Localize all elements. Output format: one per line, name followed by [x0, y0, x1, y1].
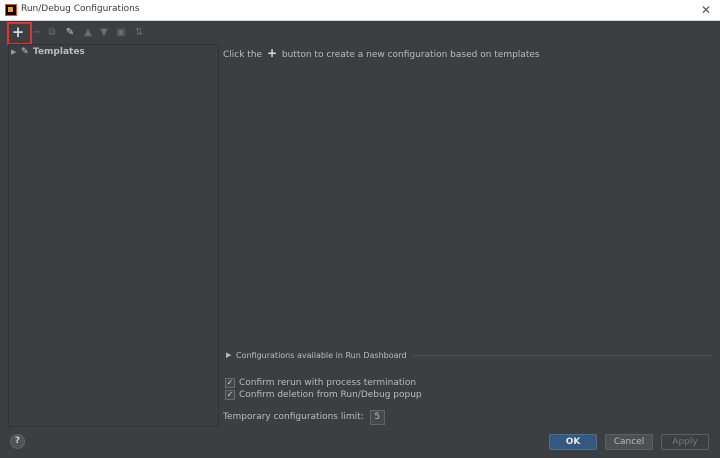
confirm-rerun-option[interactable]: ✓ Confirm rerun with process termination	[225, 377, 416, 389]
hint-text-before: Click the	[223, 50, 263, 60]
configurations-tree[interactable]: ▶ ✎ Templates	[8, 44, 219, 427]
run-dashboard-label[interactable]: Configurations available in Run Dashboar…	[236, 351, 413, 360]
close-button[interactable]: ✕	[692, 0, 720, 20]
copy-configuration-button[interactable]: ⧉	[44, 25, 60, 41]
confirm-deletion-label[interactable]: Confirm deletion from Run/Debug popup	[239, 390, 422, 400]
temp-config-limit-label: Temporary configurations limit:	[223, 412, 364, 422]
ok-button[interactable]: OK	[549, 434, 597, 450]
move-up-button[interactable]: ▲	[80, 25, 96, 41]
temp-config-limit-input[interactable]: 5	[369, 409, 385, 425]
intellij-app-icon	[5, 4, 17, 16]
cancel-button[interactable]: Cancel	[605, 434, 653, 450]
add-button-highlight-box	[7, 22, 32, 45]
tree-item-templates[interactable]: ▶ ✎ Templates	[11, 46, 85, 58]
sort-button[interactable]: ⇅	[131, 25, 147, 41]
wrench-icon: ✎	[21, 47, 29, 57]
edit-templates-button[interactable]: ✎	[62, 25, 78, 41]
confirm-rerun-label[interactable]: Confirm rerun with process termination	[239, 378, 416, 388]
create-folder-button[interactable]: ▣	[113, 25, 129, 41]
toolbar: + − ⧉ ✎ ▲ ▼ ▣ ⇅	[0, 22, 220, 44]
title-bar: Run/Debug Configurations ✕	[0, 0, 720, 21]
apply-button[interactable]: Apply	[661, 434, 709, 450]
confirm-deletion-checkbox[interactable]: ✓	[225, 390, 235, 400]
window-title: Run/Debug Configurations	[21, 4, 140, 14]
empty-state-hint: Click the + button to create a new confi…	[223, 46, 540, 60]
temp-config-limit-row: Temporary configurations limit: 5	[223, 409, 385, 425]
help-button[interactable]: ?	[10, 434, 25, 449]
move-down-button[interactable]: ▼	[96, 25, 112, 41]
collapse-arrow-icon[interactable]: ▶	[226, 351, 236, 359]
tree-item-label: Templates	[33, 47, 85, 57]
confirm-deletion-option[interactable]: ✓ Confirm deletion from Run/Debug popup	[225, 389, 422, 401]
hint-text-after: button to create a new configuration bas…	[281, 50, 540, 60]
confirm-rerun-checkbox[interactable]: ✓	[225, 378, 235, 388]
expand-arrow-icon[interactable]: ▶	[11, 48, 21, 56]
run-dashboard-section[interactable]: ▶ Configurations available in Run Dashbo…	[226, 349, 712, 361]
plus-icon: +	[266, 46, 278, 60]
section-divider	[412, 354, 712, 356]
